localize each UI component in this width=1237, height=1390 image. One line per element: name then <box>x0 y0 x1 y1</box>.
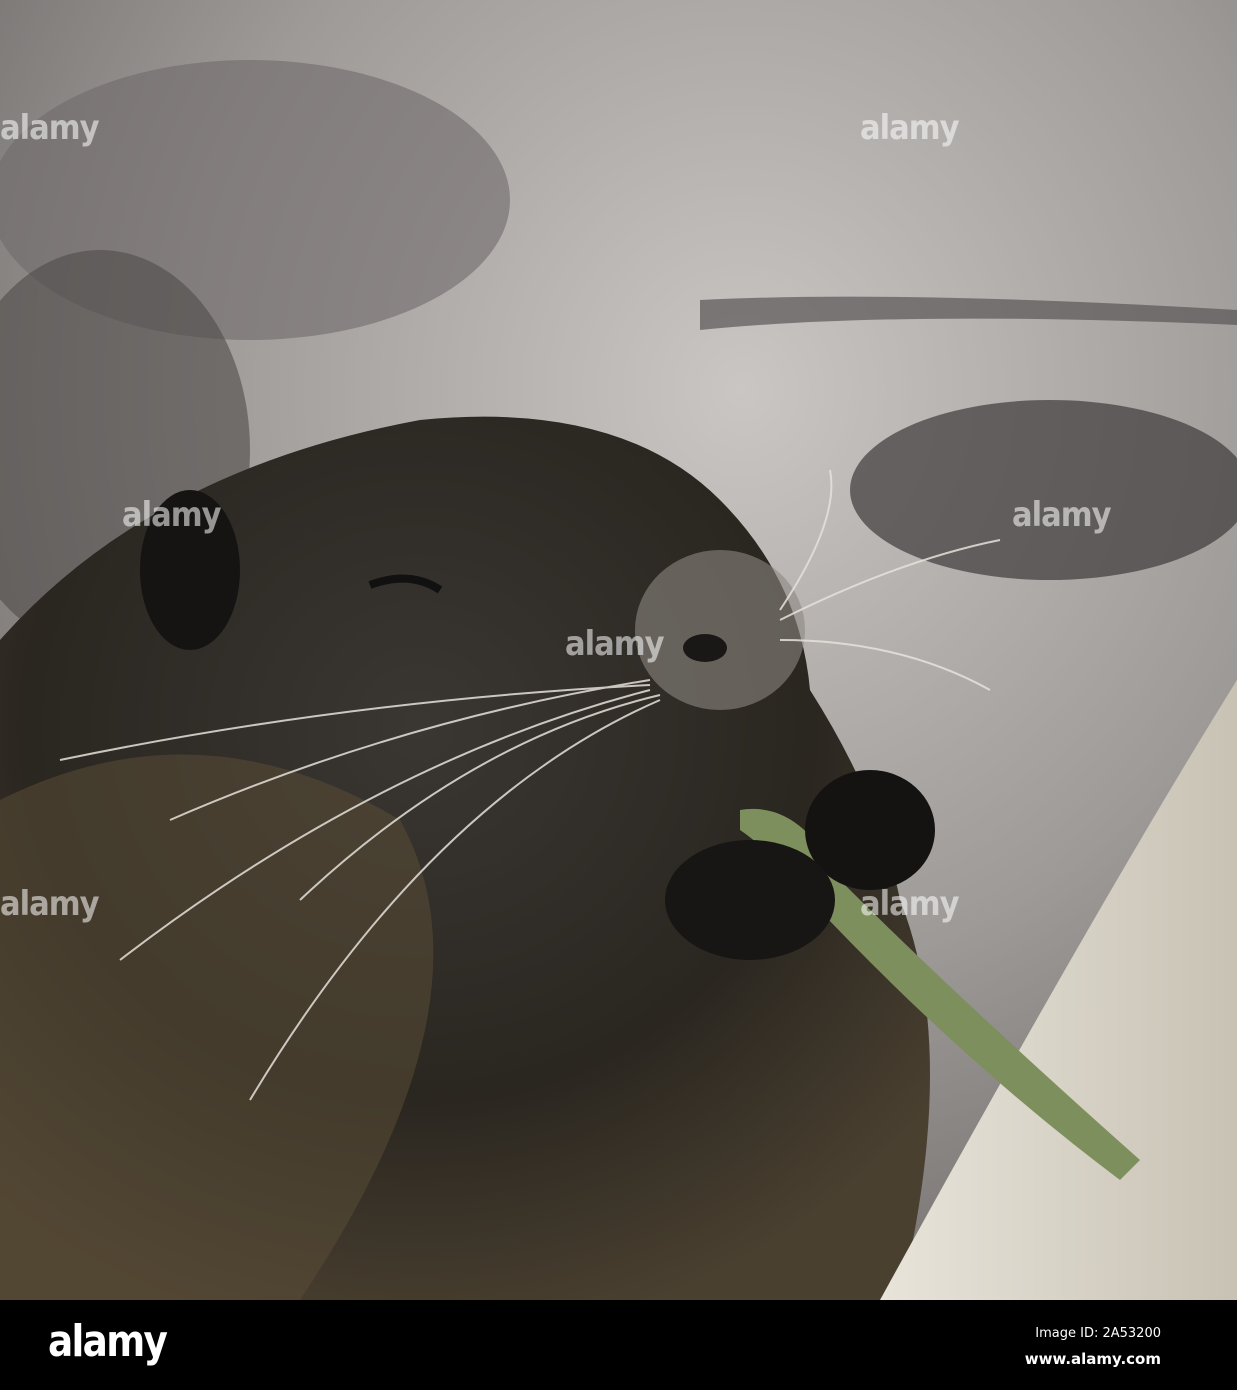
alamy-logo: alamy <box>48 1316 168 1367</box>
website-link[interactable]: www.alamy.com <box>1025 1350 1161 1368</box>
footer-bar: alamy Image ID: 2A53200 www.alamy.com <box>0 1300 1237 1390</box>
watermark: alamy <box>860 108 960 148</box>
watermark: alamy <box>122 495 222 535</box>
watermark: alamy <box>860 884 960 924</box>
watermark: alamy <box>0 108 100 148</box>
watermark: alamy <box>1012 495 1112 535</box>
image-id: Image ID: 2A53200 <box>1035 1326 1161 1341</box>
watermark: alamy <box>565 624 665 664</box>
watermark: alamy <box>0 884 100 924</box>
